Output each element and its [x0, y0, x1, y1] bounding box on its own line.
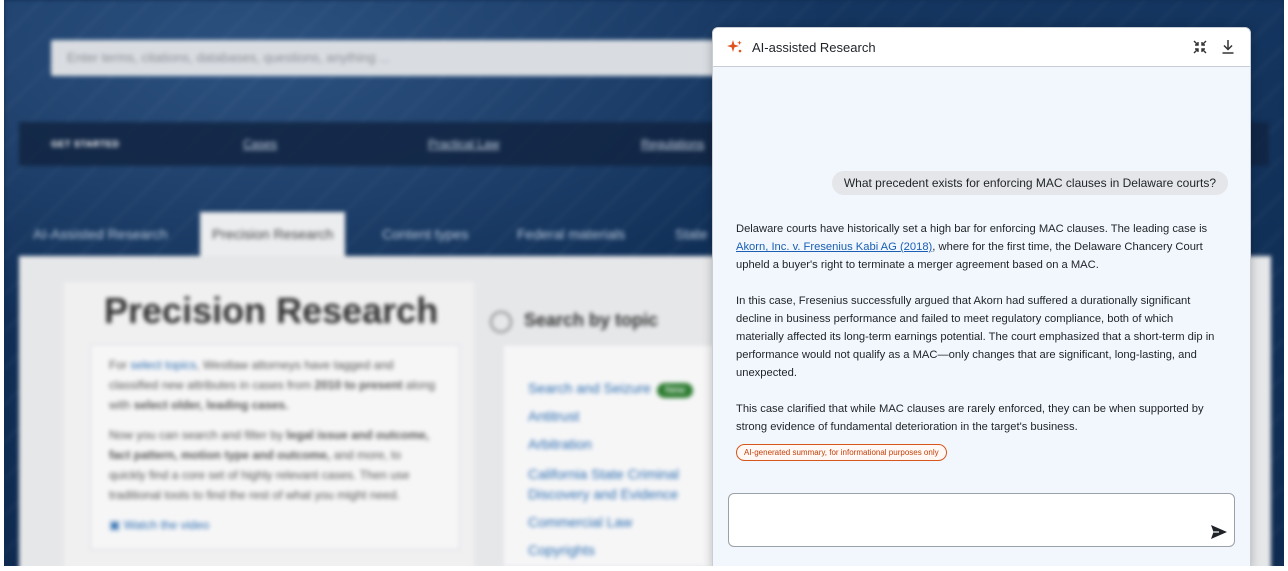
tab-content-types[interactable]: Content types	[382, 226, 468, 242]
download-icon	[1222, 40, 1234, 54]
precision-research-heading: Precision Research	[104, 290, 439, 331]
get-started-label: GET STARTED	[51, 139, 120, 149]
intro-bold: select older, leading cases.	[133, 398, 289, 412]
chat-input[interactable]	[729, 494, 1189, 546]
intro-text: Now you can search and filter by	[109, 428, 287, 442]
collapse-icon	[1193, 40, 1207, 54]
topic-item[interactable]: Arbitration	[528, 436, 592, 452]
answer-text: Delaware courts have historically set a …	[736, 223, 1208, 235]
video-icon: ▣	[109, 518, 121, 532]
panel-header: AI-assisted Research	[713, 28, 1250, 67]
topic-item[interactable]: Search and Seizure New	[528, 380, 693, 398]
topic-item[interactable]: Commercial Law	[528, 514, 632, 530]
nav-link-cases[interactable]: Cases	[243, 137, 277, 151]
bottom-margin	[0, 566, 1288, 571]
precision-intro-box: For select topics, Westlaw attorneys hav…	[90, 344, 460, 550]
topic-list: Search and Seizure New Antitrust Arbitrat…	[504, 346, 744, 566]
user-message-bubble: What precedent exists for enforcing MAC …	[831, 171, 1228, 195]
ai-disclaimer-badge: AI-generated summary, for informational …	[736, 444, 947, 461]
topic-item[interactable]: Copyrights	[528, 542, 595, 558]
search-by-topic-heading: Search by topic	[524, 310, 659, 330]
watch-video-link[interactable]: Watch the video	[124, 518, 210, 532]
topic-item[interactable]: California State Criminal Discovery and …	[528, 464, 708, 504]
sparkle-icon	[727, 40, 742, 53]
ai-answer: Delaware courts have historically set a …	[736, 220, 1224, 454]
chat-input-box	[728, 493, 1235, 547]
topic-item[interactable]: Antitrust	[528, 408, 579, 424]
answer-paragraph: This case clarified that while MAC claus…	[736, 403, 1204, 433]
select-topics-link[interactable]: select topics	[130, 358, 196, 372]
answer-paragraph: Delaware courts have historically set a …	[736, 220, 1224, 274]
app-frame: Enter terms, citations, databases, quest…	[4, 0, 1284, 566]
tab-ai-assisted-research[interactable]: AI-Assisted Research	[33, 226, 168, 242]
intro-bold: 2010 to present	[314, 378, 403, 392]
nav-link-regulations[interactable]: Regulations	[641, 137, 704, 151]
chevron-circle-icon[interactable]	[490, 311, 512, 333]
case-citation-link[interactable]: Akorn, Inc. v. Fresenius Kabi AG (2018)	[736, 241, 932, 253]
background-search-input[interactable]: Enter terms, citations, databases, quest…	[51, 40, 731, 76]
panel-title: AI-assisted Research	[752, 40, 876, 55]
send-icon[interactable]	[1210, 524, 1228, 540]
new-badge: New	[656, 383, 693, 398]
tab-precision-research[interactable]: Precision Research	[200, 212, 346, 256]
tab-federal-materials[interactable]: Federal materials	[517, 226, 625, 242]
ai-research-panel: AI-assisted Research What precedent exis…	[712, 27, 1251, 566]
intro-text: For	[109, 358, 131, 372]
nav-link-practical-law[interactable]: Practical Law	[428, 137, 499, 151]
download-button[interactable]	[1218, 37, 1238, 57]
collapse-button[interactable]	[1190, 37, 1210, 57]
answer-paragraph: In this case, Fresenius successfully arg…	[736, 295, 1215, 379]
tab-state[interactable]: State	[675, 226, 708, 242]
